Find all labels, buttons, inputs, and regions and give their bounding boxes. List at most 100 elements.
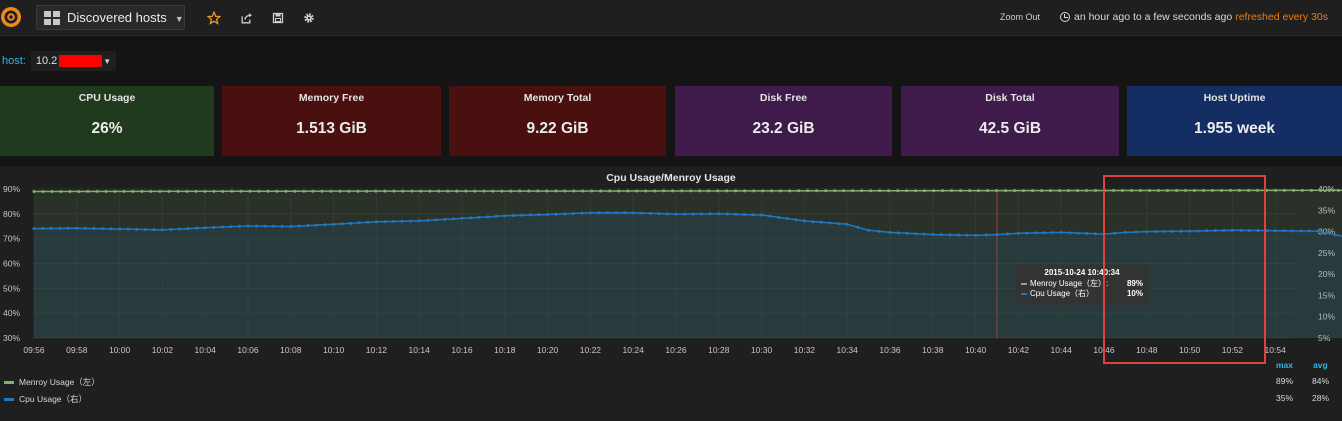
series-point (1325, 231, 1329, 235)
x-tick-label: 10:14 (409, 345, 431, 355)
series-point (1265, 229, 1269, 233)
series-point (905, 231, 909, 235)
series-point (417, 219, 421, 223)
tooltip-series-value: 10% (1126, 289, 1143, 298)
x-tick-label: 10:02 (152, 345, 174, 355)
series-point (572, 189, 576, 193)
series-point (118, 227, 122, 231)
series-point (716, 189, 720, 193)
series-point (648, 211, 652, 215)
series-point (869, 189, 873, 193)
series-point (536, 189, 540, 193)
series-point (563, 189, 567, 193)
legend-item-cpu[interactable]: Cpu Usage（右） (4, 393, 87, 405)
series-point (1085, 231, 1089, 235)
series-point (401, 189, 405, 193)
series-point (428, 189, 432, 193)
series-point (1327, 188, 1331, 192)
series-point (833, 189, 837, 193)
series-point (41, 189, 45, 193)
series-swatch (4, 380, 14, 384)
series-point (995, 233, 999, 237)
series-point (491, 189, 495, 193)
line-chart[interactable]: 30%40%50%60%70%80%90%5%10%15%20%25%30%35… (0, 0, 1342, 421)
series-point (1051, 231, 1055, 235)
series-point (1094, 189, 1098, 193)
series-point (590, 189, 594, 193)
series-point (297, 224, 301, 228)
series-point (392, 219, 396, 223)
series-point (606, 211, 610, 215)
series-point (1031, 189, 1035, 193)
series-point (75, 226, 79, 230)
x-tick-label: 09:58 (66, 345, 88, 355)
series-point (437, 189, 441, 193)
series-point (280, 224, 284, 228)
series-point (802, 219, 806, 223)
series-point (851, 189, 855, 193)
series-point (968, 189, 972, 193)
series-point (409, 219, 413, 223)
x-tick-label: 10:32 (794, 345, 816, 355)
x-tick-label: 10:54 (1265, 345, 1287, 355)
series-point (698, 189, 702, 193)
series-point (320, 189, 324, 193)
series-point (734, 189, 738, 193)
series-point (896, 189, 900, 193)
series-point (626, 189, 630, 193)
series-point (856, 225, 860, 229)
legend-avg-value: 28% (1312, 393, 1330, 403)
x-tick-label: 10:46 (1093, 345, 1115, 355)
series-point (674, 212, 678, 216)
legend-header-avg[interactable]: avg (1313, 360, 1328, 370)
y-left-tick-label: 70% (3, 234, 20, 244)
series-point (374, 220, 378, 224)
legend-header-max[interactable]: max (1276, 360, 1293, 370)
series-point (828, 221, 832, 225)
series-point (66, 226, 70, 230)
series-point (203, 226, 207, 230)
series-point (1273, 229, 1277, 233)
tooltip-series-value: 89% (1126, 279, 1143, 288)
series-point (284, 189, 288, 193)
series-point (92, 227, 96, 231)
series-point (965, 233, 969, 237)
series-point (888, 230, 892, 234)
legend-item-memory[interactable]: Menroy Usage（左） (4, 376, 100, 388)
series-point (332, 222, 336, 226)
x-tick-label: 09:56 (23, 345, 45, 355)
series-point (700, 212, 704, 216)
series-point (1013, 189, 1017, 193)
series-point (486, 215, 490, 219)
legend-series-name: Cpu Usage（右） (19, 394, 88, 404)
series-point (149, 189, 153, 193)
series-point (289, 224, 293, 228)
series-point (263, 224, 267, 228)
series-point (266, 189, 270, 193)
tooltip-row: Menroy Usage（左）: 89% (1021, 279, 1143, 289)
series-point (410, 189, 414, 193)
x-tick-label: 10:10 (323, 345, 345, 355)
series-point (752, 189, 756, 193)
series-point (743, 189, 747, 193)
series-point (366, 220, 370, 224)
series-point (1148, 189, 1152, 193)
series-point (1170, 229, 1174, 233)
series-point (257, 189, 261, 193)
series-point (1205, 229, 1209, 233)
series-point (212, 189, 216, 193)
series-point (770, 189, 774, 193)
x-tick-label: 10:06 (237, 345, 259, 355)
series-point (1290, 229, 1294, 233)
series-point (734, 212, 738, 216)
series-point (1076, 189, 1080, 193)
series-point (140, 189, 144, 193)
series-point (1219, 188, 1223, 192)
series-point (1162, 229, 1166, 233)
series-point (842, 189, 846, 193)
series-point (932, 189, 936, 193)
series-point (860, 189, 864, 193)
series-point (392, 189, 396, 193)
series-point (203, 189, 207, 193)
series-point (948, 233, 952, 237)
